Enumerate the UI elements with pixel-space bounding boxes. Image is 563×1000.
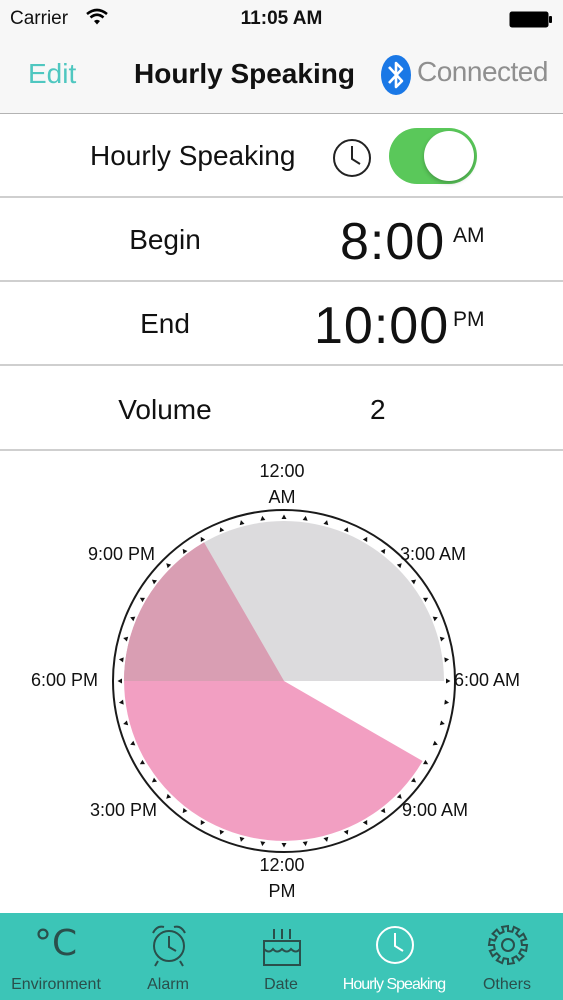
- calendar-cake-icon: [263, 929, 301, 966]
- tab-label-date: Date: [264, 976, 298, 993]
- alarm-clock-icon: [152, 925, 186, 967]
- dial-label-12am-line1: 12:00: [259, 461, 304, 481]
- end-time-row[interactable]: End 10:00 PM: [0, 282, 563, 366]
- tab-label-environment: Environment: [11, 976, 101, 993]
- begin-label: Begin: [129, 224, 201, 255]
- volume-value: 2: [370, 394, 386, 425]
- gear-icon: [487, 924, 529, 966]
- gear-outline: [487, 924, 529, 966]
- hourly-speaking-label: Hourly Speaking: [90, 140, 296, 171]
- dial-label-9am: 9:00 AM: [402, 800, 468, 820]
- hourly-speaking-toggle[interactable]: [389, 128, 477, 184]
- bluetooth-status: Connected: [417, 56, 548, 87]
- bluetooth-icon: [381, 55, 411, 95]
- dial-label-12pm-line2: PM: [269, 881, 296, 901]
- clock-icon: [333, 139, 371, 177]
- status-time: 11:05 AM: [240, 8, 323, 29]
- hourly-range-dial: 12:00 AM 3:00 AM 6:00 AM 9:00 AM 12:00 P…: [31, 461, 520, 901]
- dial-label-3am: 3:00 AM: [400, 544, 466, 564]
- edit-button[interactable]: Edit: [28, 58, 76, 90]
- volume-label: Volume: [118, 394, 212, 425]
- begin-ampm: AM: [453, 224, 485, 247]
- tab-alarm[interactable]: Alarm: [112, 913, 224, 1000]
- toggle-knob: [424, 131, 474, 181]
- dial-label-12pm-line1: 12:00: [259, 855, 304, 875]
- navigation-bar: Edit Hourly Speaking Connected: [0, 40, 563, 114]
- dial-label-3pm: 3:00 PM: [90, 800, 157, 820]
- tab-hourly-speaking[interactable]: Hourly Speaking: [338, 913, 450, 1000]
- page-title: Hourly Speaking: [134, 58, 355, 89]
- gear-hub: [501, 938, 515, 952]
- dial-label-12am-line2: AM: [269, 487, 296, 507]
- hourly-speaking-row: Hourly Speaking: [0, 114, 563, 198]
- clock-icon: [376, 926, 414, 964]
- status-bar: Carrier 11:05 AM: [0, 0, 563, 40]
- tab-label-others: Others: [482, 976, 531, 993]
- dial-label-6am: 6:00 AM: [454, 670, 520, 690]
- end-ampm: PM: [453, 308, 485, 331]
- tab-label-alarm: Alarm: [147, 976, 189, 993]
- tab-environment[interactable]: °C Environment: [0, 913, 112, 1000]
- volume-row[interactable]: Volume 2: [0, 366, 563, 451]
- tab-label-hourly-speaking: Hourly Speaking: [342, 976, 446, 993]
- dial-label-9pm: 9:00 PM: [88, 544, 155, 564]
- battery-icon: [509, 11, 552, 28]
- end-time-value: 10:00: [314, 297, 450, 355]
- celsius-icon: °C: [34, 923, 78, 964]
- begin-time-row[interactable]: Begin 8:00 AM: [0, 198, 563, 282]
- tab-bar: °C Environment Alarm Date Hourly Speakin…: [0, 913, 563, 1000]
- dial-label-6pm: 6:00 PM: [31, 670, 98, 690]
- tab-others[interactable]: Others: [451, 913, 563, 1000]
- begin-time-value: 8:00: [340, 213, 446, 271]
- tab-date[interactable]: Date: [225, 913, 337, 1000]
- end-label: End: [140, 308, 190, 339]
